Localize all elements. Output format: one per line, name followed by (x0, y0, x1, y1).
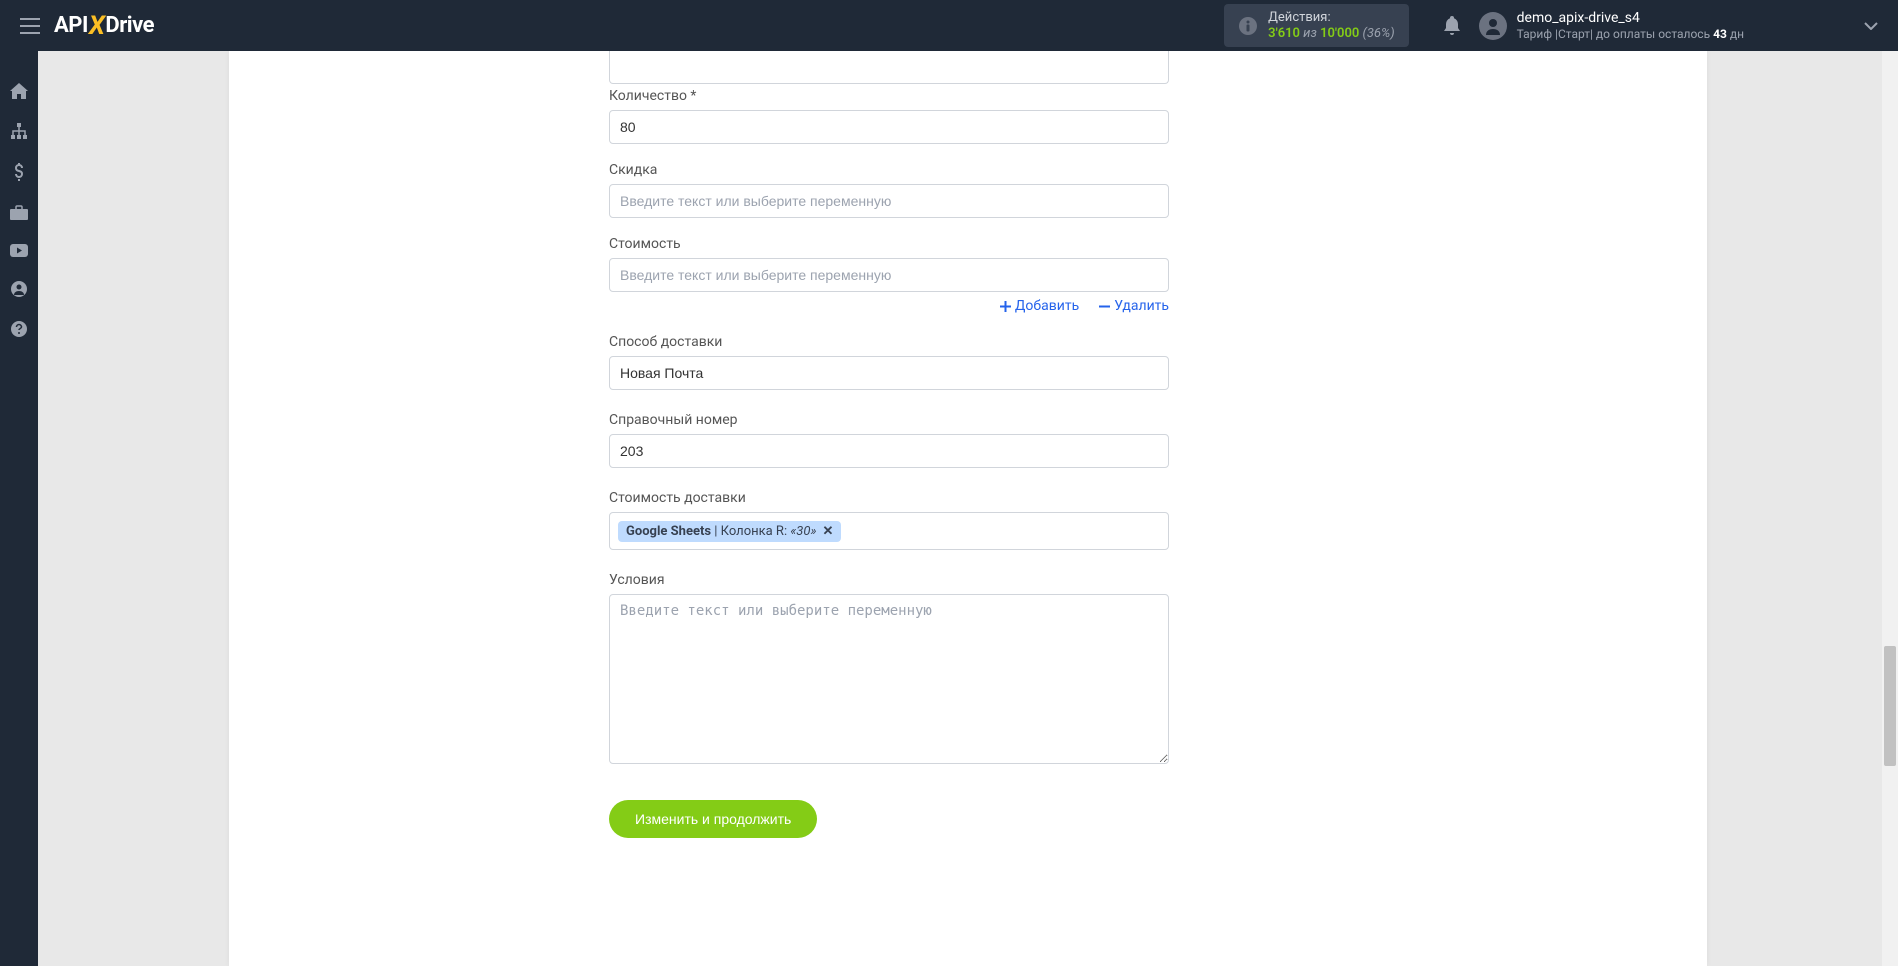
actions-stats: 3'610 из 10'000 (36%) (1268, 26, 1395, 42)
reference-label: Справочный номер (609, 412, 1169, 428)
actions-counter[interactable]: Действия: 3'610 из 10'000 (36%) (1224, 4, 1409, 47)
logo-text-drive: Drive (105, 13, 154, 38)
reference-input[interactable] (609, 434, 1169, 468)
user-plan: Тариф |Старт| до оплаты осталось 43 дн (1517, 27, 1744, 41)
chevron-down-icon[interactable] (1744, 22, 1886, 30)
discount-label: Скидка (609, 162, 1169, 178)
quantity-label: Количество * (609, 88, 1169, 104)
minus-icon (1099, 301, 1110, 312)
close-icon[interactable]: ✕ (822, 524, 833, 539)
sidebar-item-user[interactable] (0, 269, 38, 309)
previous-field-input[interactable] (609, 51, 1169, 84)
delivery-method-label: Способ доставки (609, 334, 1169, 350)
user-menu[interactable]: demo_apix-drive_s4 Тариф |Старт| до опла… (1479, 10, 1744, 41)
conditions-label: Условия (609, 572, 1169, 588)
sidebar-item-help[interactable] (0, 309, 38, 349)
avatar (1479, 12, 1507, 40)
delivery-cost-input[interactable]: Google Sheets | Колонка R: «30» ✕ (609, 512, 1169, 550)
conditions-textarea[interactable] (609, 594, 1169, 764)
header: API X Drive Действия: 3'610 из 10'000 (3… (0, 0, 1898, 51)
menu-icon[interactable] (12, 10, 48, 42)
plus-icon (1000, 301, 1011, 312)
delete-button[interactable]: Удалить (1099, 298, 1169, 314)
logo-text-x: X (89, 11, 105, 41)
delivery-cost-label: Стоимость доставки (609, 490, 1169, 506)
sidebar (0, 51, 38, 966)
main-content: Количество * Скидка Стоимость Добавить У… (38, 51, 1898, 966)
actions-label: Действия: (1268, 10, 1395, 26)
cost-input[interactable] (609, 258, 1169, 292)
sidebar-item-home[interactable] (0, 71, 38, 111)
sidebar-item-billing[interactable] (0, 151, 38, 193)
bell-icon[interactable] (1443, 16, 1461, 36)
info-icon (1238, 16, 1258, 36)
sidebar-item-connections[interactable] (0, 111, 38, 151)
cost-label: Стоимость (609, 236, 1169, 252)
logo[interactable]: API X Drive (54, 11, 154, 41)
sidebar-item-youtube[interactable] (0, 232, 38, 269)
submit-button[interactable]: Изменить и продолжить (609, 800, 817, 838)
quantity-input[interactable] (609, 110, 1169, 144)
discount-input[interactable] (609, 184, 1169, 218)
sidebar-item-briefcase[interactable] (0, 193, 38, 232)
variable-tag: Google Sheets | Колонка R: «30» ✕ (618, 521, 841, 542)
scrollbar-thumb[interactable] (1884, 646, 1896, 766)
delivery-method-input[interactable] (609, 356, 1169, 390)
form: Количество * Скидка Стоимость Добавить У… (609, 51, 1169, 838)
scrollbar-vertical[interactable] (1882, 51, 1898, 966)
logo-text-api: API (54, 13, 88, 38)
user-name: demo_apix-drive_s4 (1517, 10, 1744, 27)
add-button[interactable]: Добавить (1000, 298, 1079, 314)
panel: Количество * Скидка Стоимость Добавить У… (229, 51, 1707, 966)
